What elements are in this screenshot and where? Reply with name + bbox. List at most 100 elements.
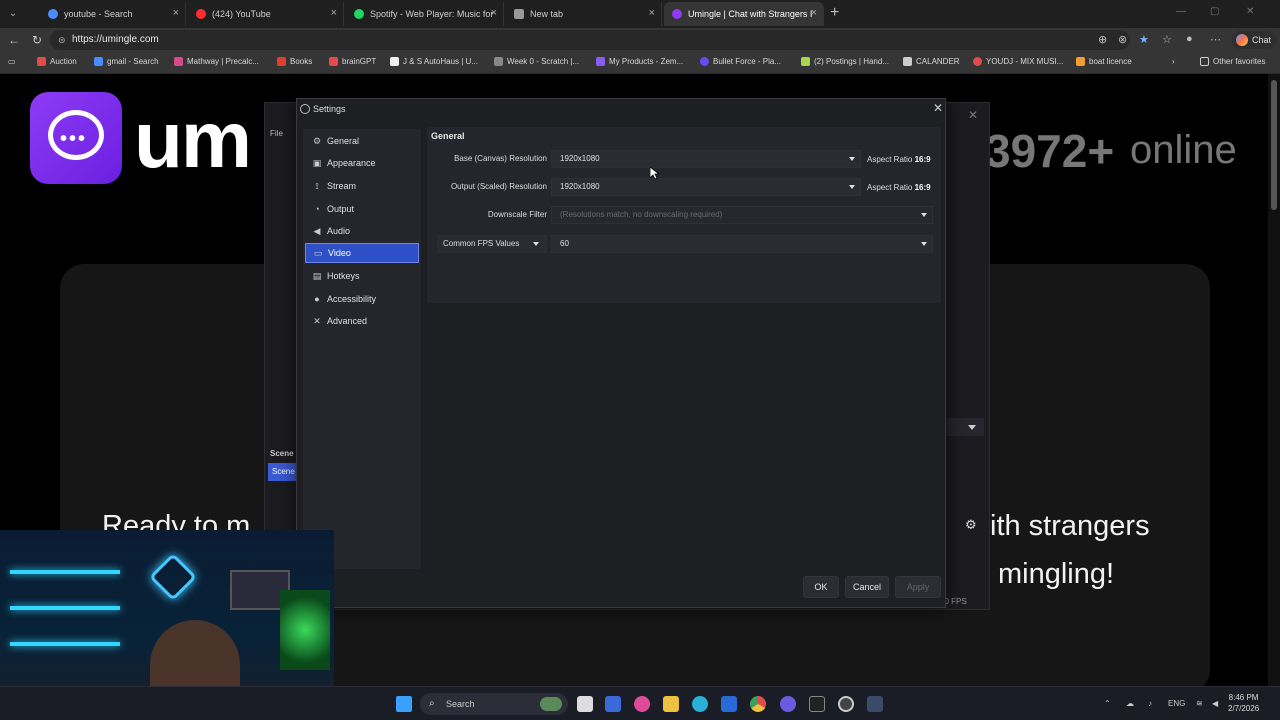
other-favorites-label: Other favorites [1213,57,1266,66]
obs-icon[interactable] [838,696,854,712]
browser-tab[interactable]: New tab × [506,2,662,26]
other-favorites[interactable]: Other favorites [1200,57,1265,66]
tab-close-icon[interactable]: × [811,7,817,19]
language-indicator[interactable]: ENG [1168,699,1185,708]
speaker-icon: ◀ [313,225,321,236]
tab-close-icon[interactable]: × [173,7,179,19]
obs-close-icon[interactable]: ✕ [968,108,978,122]
sidebar-item-general[interactable]: ⚙ General [305,131,419,151]
discord-icon[interactable] [780,696,796,712]
bookmark-item[interactable]: (2) Postings | Hand... [801,57,889,66]
bookmark-item[interactable]: boat licence [1076,57,1132,66]
cloud-icon[interactable]: ☁ [1126,699,1134,708]
led-shelf [10,642,120,646]
settings-sidebar: ⚙ General ▣ Appearance ⟟ Stream ◔ Output ◀ Au… [303,129,421,569]
tab-list-dropdown-icon[interactable]: ⌄ [4,5,22,23]
sidebar-item-accessibility[interactable]: ● Accessibility [305,289,419,309]
back-icon[interactable]: ← [8,33,20,47]
copilot-icon[interactable] [634,696,650,712]
microphone-icon[interactable]: ♪ [1148,699,1152,708]
output-resolution-combo[interactable]: 1920x1080 [551,178,861,196]
umingle-logo-icon[interactable]: ••• [30,92,122,184]
scrollbar-thumb[interactable] [1271,80,1277,210]
minimize-icon[interactable]: — [1176,6,1186,17]
sidebar-item-label: Accessibility [327,294,377,304]
browser-tab[interactable]: youtube - Search × [40,2,186,26]
close-window-icon[interactable]: ✕ [1246,6,1254,17]
tab-close-icon[interactable]: × [649,7,655,19]
browser-tab[interactable]: (424) YouTube × [188,2,344,26]
outlook-icon[interactable] [721,696,737,712]
browser-tab[interactable]: Spotify - Web Player: Music for ev... × [346,2,504,26]
bookmark-item[interactable]: Mathway | Precalc... [174,57,259,66]
system-clock[interactable]: 8:46 PM 2/7/2026 [1228,692,1259,714]
extension-icon[interactable]: ⊗ [1118,33,1127,46]
obs-dropdown[interactable] [946,418,984,436]
wifi-icon[interactable]: ≋ [1196,699,1203,708]
tab-close-icon[interactable]: × [331,7,337,19]
cancel-button[interactable]: Cancel [845,576,889,598]
tab-favicon-icon [48,9,58,19]
page-scrollbar[interactable] [1268,74,1280,686]
base-resolution-combo[interactable]: 1920x1080 [551,150,861,168]
tab-close-icon[interactable]: × [491,7,497,19]
dialog-close-icon[interactable]: ✕ [933,101,943,115]
chevron-up-icon[interactable]: ⌃ [1104,699,1111,708]
zoom-icon[interactable]: ⊕ [1098,33,1107,46]
sidebar-item-stream[interactable]: ⟟ Stream [305,176,419,196]
fps-value-combo[interactable]: 60 [551,235,933,253]
ok-button[interactable]: OK [803,576,839,598]
sidebar-item-audio[interactable]: ◀ Audio [305,221,419,241]
chrome-icon[interactable] [750,696,766,712]
favorites-icon[interactable]: ☆ [1162,33,1172,46]
aspect-value: 16:9 [914,155,931,164]
bookmark-item[interactable]: My Products - Zem... [596,57,683,66]
bookmarks-folder-icon[interactable]: ▭ [8,57,16,66]
bookmark-item[interactable]: Week 0 - Scratch |... [494,57,579,66]
downscale-filter-label: Downscale Filter [487,210,547,219]
new-tab-icon[interactable]: + [830,4,839,22]
steam-icon[interactable] [867,696,883,712]
folder-icon [1200,57,1209,66]
bookmark-label: Bullet Force - Pla... [713,57,782,66]
file-icon[interactable] [577,696,593,712]
bookmark-item[interactable]: CALANDER [903,57,960,66]
sidebar-item-appearance[interactable]: ▣ Appearance [305,153,419,173]
store-icon[interactable] [605,696,621,712]
sidebar-item-output[interactable]: ◔ Output [305,199,419,219]
maximize-icon[interactable]: ▢ [1210,6,1219,17]
bookmark-label: Books [290,57,313,66]
profile-avatar-icon[interactable]: ● [1186,33,1193,45]
bookmark-item[interactable]: Bullet Force - Pla... [700,57,781,66]
copilot-chat-button[interactable]: Chat [1232,31,1278,49]
bookmark-favicon-icon [700,57,709,66]
more-menu-icon[interactable]: ⋯ [1210,33,1221,46]
url-input[interactable]: ⊜ https://umingle.com [50,30,1130,50]
reload-icon[interactable]: ↻ [32,33,42,47]
site-info-icon[interactable]: ⊜ [58,30,66,50]
bookmark-item[interactable]: YOUDJ - MIX MUSI... [973,57,1063,66]
sidebar-item-advanced[interactable]: ✕ Advanced [305,311,419,331]
favorite-star-icon[interactable]: ★ [1139,33,1149,46]
bookmark-favicon-icon [801,57,810,66]
fps-type-combo[interactable]: Common FPS Values [437,235,547,253]
edge-icon[interactable] [692,696,708,712]
sidebar-item-label: Stream [327,181,357,191]
volume-icon[interactable]: ◀ [1212,699,1218,708]
bookmark-item[interactable]: J & S AutoHaus | U... [390,57,478,66]
obs-file-menu[interactable]: File [270,129,283,138]
bookmark-item[interactable]: brainGPT [329,57,376,66]
chevron-right-icon[interactable]: › [1172,57,1175,66]
browser-tab-active[interactable]: Umingle | Chat with Strangers Insi... × [664,2,824,26]
obs-scene-item[interactable]: Scene [268,463,296,481]
bookmark-item[interactable]: Books [277,57,312,66]
folder-icon[interactable] [663,696,679,712]
sidebar-item-video[interactable]: ▭ Video [305,243,419,263]
address-bar-row: ← ↻ ⊜ https://umingle.com ⊕ ⊗ ★ ☆ ● ⋯ [0,28,1280,52]
bookmark-item[interactable]: gmail - Search [94,57,159,66]
sidebar-item-hotkeys[interactable]: ▤ Hotkeys [305,266,419,286]
windows-start-icon[interactable] [396,696,412,712]
bookmark-item[interactable]: Auction [37,57,77,66]
obs-gear-icon[interactable]: ⚙ [965,517,977,533]
capcut-icon[interactable] [809,696,825,712]
